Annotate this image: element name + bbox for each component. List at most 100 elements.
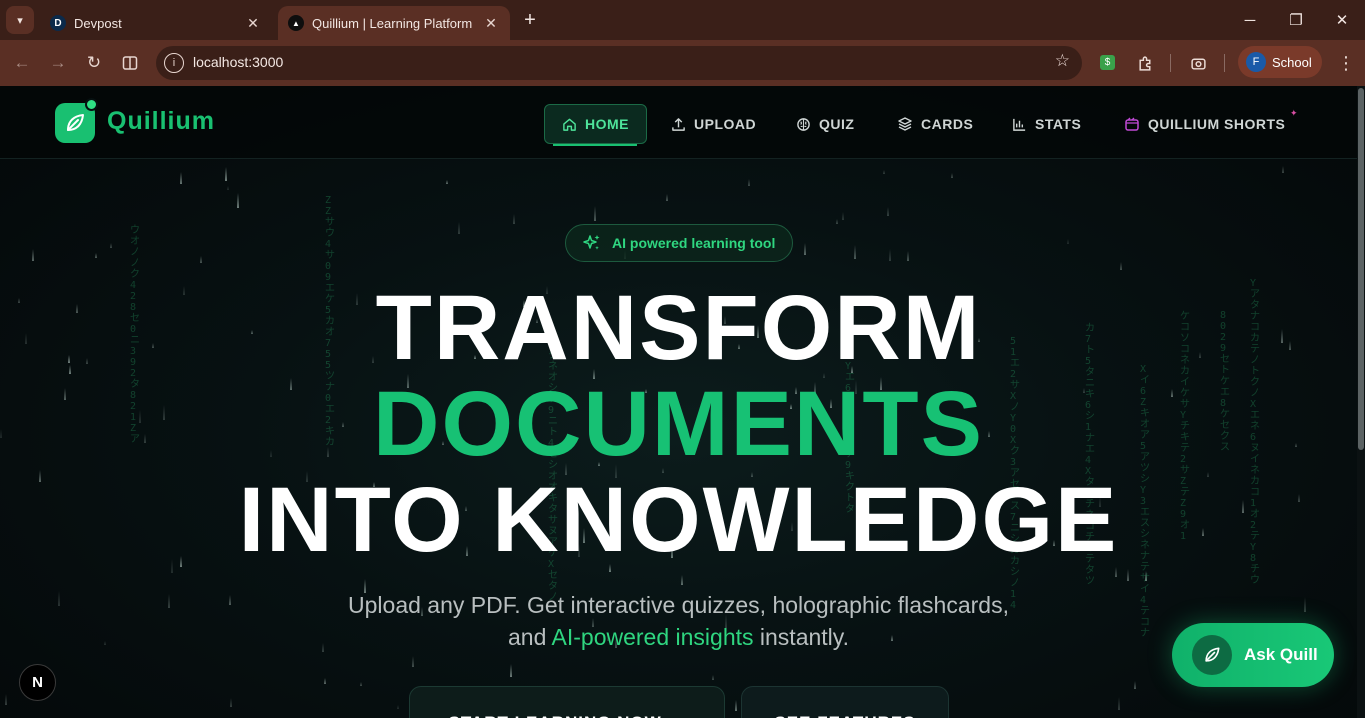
profile-chip[interactable]: F School <box>1238 46 1322 78</box>
rain-streak <box>748 179 750 186</box>
browser-tab-devpost[interactable]: D Devpost ✕ <box>40 6 272 40</box>
nav-quiz[interactable]: QUIZ <box>796 104 854 144</box>
active-nav-underline <box>553 144 637 146</box>
rain-streak <box>446 180 448 184</box>
subtitle-highlight: AI-powered insights <box>551 624 754 650</box>
rain-streak <box>1282 166 1284 173</box>
rain-streak <box>854 245 856 259</box>
reload-icon[interactable]: ↻ <box>80 49 108 77</box>
rain-streak <box>889 249 891 261</box>
minimize-icon[interactable]: ─ <box>1238 8 1262 32</box>
new-tab-plus-icon[interactable]: + <box>518 8 542 32</box>
browser-menu-kebab-icon[interactable]: ⋮ <box>1334 51 1358 75</box>
extension-dollar-icon[interactable]: $ <box>1100 55 1115 70</box>
feather-icon <box>1192 635 1232 675</box>
close-tab-icon[interactable]: ✕ <box>482 15 500 32</box>
rain-streak <box>200 256 202 263</box>
avatar: F <box>1246 52 1266 72</box>
brand-name[interactable]: Quillium <box>107 107 215 136</box>
sparkle-icon: ✦ <box>1290 108 1298 118</box>
tab-title: Devpost <box>74 15 122 31</box>
subtitle-text: instantly. <box>759 624 849 650</box>
rain-streak <box>225 167 227 181</box>
home-icon <box>563 118 576 131</box>
tab-search-chevron-icon[interactable]: ▾ <box>6 6 34 34</box>
page-viewport: ウオノノク428セ0ニ392タ821Zア ZZサウ4サ09エケ5カオ755ツナ0エ… <box>0 86 1357 718</box>
nav-upload[interactable]: UPLOAD <box>671 104 756 144</box>
forward-arrow-icon[interactable]: → <box>44 49 72 77</box>
upload-icon <box>672 117 685 131</box>
sparkles-icon <box>583 235 600 250</box>
nav-label: QUILLIUM SHORTS <box>1148 116 1286 132</box>
rain-streak <box>364 579 366 593</box>
rain-streak <box>510 664 512 677</box>
nav-label: CARDS <box>921 116 974 132</box>
nav-home[interactable]: HOME <box>544 104 647 144</box>
nextjs-dev-indicator-icon[interactable]: N <box>19 664 56 701</box>
site-header: Quillium HOME UPLOAD QUIZ CARDS STATS QU… <box>0 86 1357 159</box>
rain-streak <box>360 682 362 686</box>
browser-tab-quillium[interactable]: ▲ Quillium | Learning Platform ✕ <box>278 6 510 40</box>
badge-text: AI powered learning tool <box>612 235 776 251</box>
url-text[interactable]: localhost:3000 <box>193 54 283 70</box>
extensions-puzzle-icon[interactable] <box>1133 51 1157 75</box>
rain-streak <box>227 186 229 190</box>
devpost-favicon-icon: D <box>50 15 66 31</box>
rain-streak <box>804 243 806 255</box>
close-window-icon[interactable]: ✕ <box>1330 8 1354 32</box>
restore-icon[interactable]: ❐ <box>1284 8 1308 32</box>
toolbar-divider <box>1170 54 1171 72</box>
rain-streak <box>95 253 97 258</box>
rain-streak <box>951 173 953 178</box>
rain-streak <box>887 207 889 216</box>
rain-streak <box>32 249 34 261</box>
start-learning-button[interactable]: START LEARNING NOW → <box>409 686 725 718</box>
browser-tab-strip: ▾ D Devpost ✕ ▲ Quillium | Learning Plat… <box>0 0 1365 40</box>
rain-streak <box>230 698 232 707</box>
ask-quill-label: Ask Quill <box>1244 645 1318 664</box>
rain-streak <box>1120 262 1122 270</box>
page-scrollbar[interactable] <box>1357 86 1365 718</box>
toolbar-divider <box>1224 54 1225 72</box>
back-arrow-icon[interactable]: ← <box>8 49 36 77</box>
nav-quillium-shorts[interactable]: QUILLIUM SHORTS <box>1124 104 1285 144</box>
nav-label: HOME <box>585 116 629 132</box>
rain-streak <box>5 694 7 705</box>
screenshot-camera-icon[interactable] <box>1186 51 1210 75</box>
hero-subtitle-line-1: Upload any PDF. Get interactive quizzes,… <box>348 592 1009 618</box>
rain-streak <box>883 170 885 174</box>
close-tab-icon[interactable]: ✕ <box>244 15 262 32</box>
profile-name: School <box>1272 54 1312 70</box>
rain-streak <box>110 243 112 248</box>
rain-streak <box>842 212 844 220</box>
rain-streak <box>836 219 838 224</box>
nav-stats[interactable]: STATS <box>1012 104 1081 144</box>
address-bar[interactable]: i localhost:3000 ☆ <box>156 46 1082 80</box>
rain-streak <box>458 222 460 234</box>
subtitle-text: and <box>508 624 547 650</box>
site-info-icon[interactable]: i <box>164 53 184 73</box>
brain-icon <box>797 117 810 131</box>
tab-title: Quillium | Learning Platform <box>312 15 473 31</box>
scrollbar-thumb[interactable] <box>1358 88 1364 450</box>
rain-streak <box>1145 571 1147 581</box>
bar-chart-icon <box>1013 118 1026 131</box>
ask-quill-button[interactable]: Ask Quill <box>1172 623 1334 687</box>
nav-cards[interactable]: CARDS <box>897 104 973 144</box>
split-view-icon[interactable] <box>116 49 144 77</box>
quillium-favicon-icon: ▲ <box>288 15 304 31</box>
logo-status-dot <box>85 98 98 111</box>
rain-streak <box>1067 239 1069 244</box>
nav-label: STATS <box>1035 116 1082 132</box>
rain-streak <box>412 656 414 667</box>
rain-streak <box>1134 681 1136 689</box>
rain-streak <box>180 172 182 184</box>
bookmark-star-icon[interactable]: ☆ <box>1055 51 1070 71</box>
see-features-button[interactable]: SEE FEATURES <box>741 686 949 718</box>
video-icon <box>1125 117 1139 131</box>
rain-streak <box>1127 569 1129 581</box>
hero-title-line-1: TRANSFORM <box>375 277 982 379</box>
ai-badge: AI powered learning tool <box>565 224 793 262</box>
rain-streak <box>712 675 714 680</box>
rain-streak <box>237 193 239 208</box>
